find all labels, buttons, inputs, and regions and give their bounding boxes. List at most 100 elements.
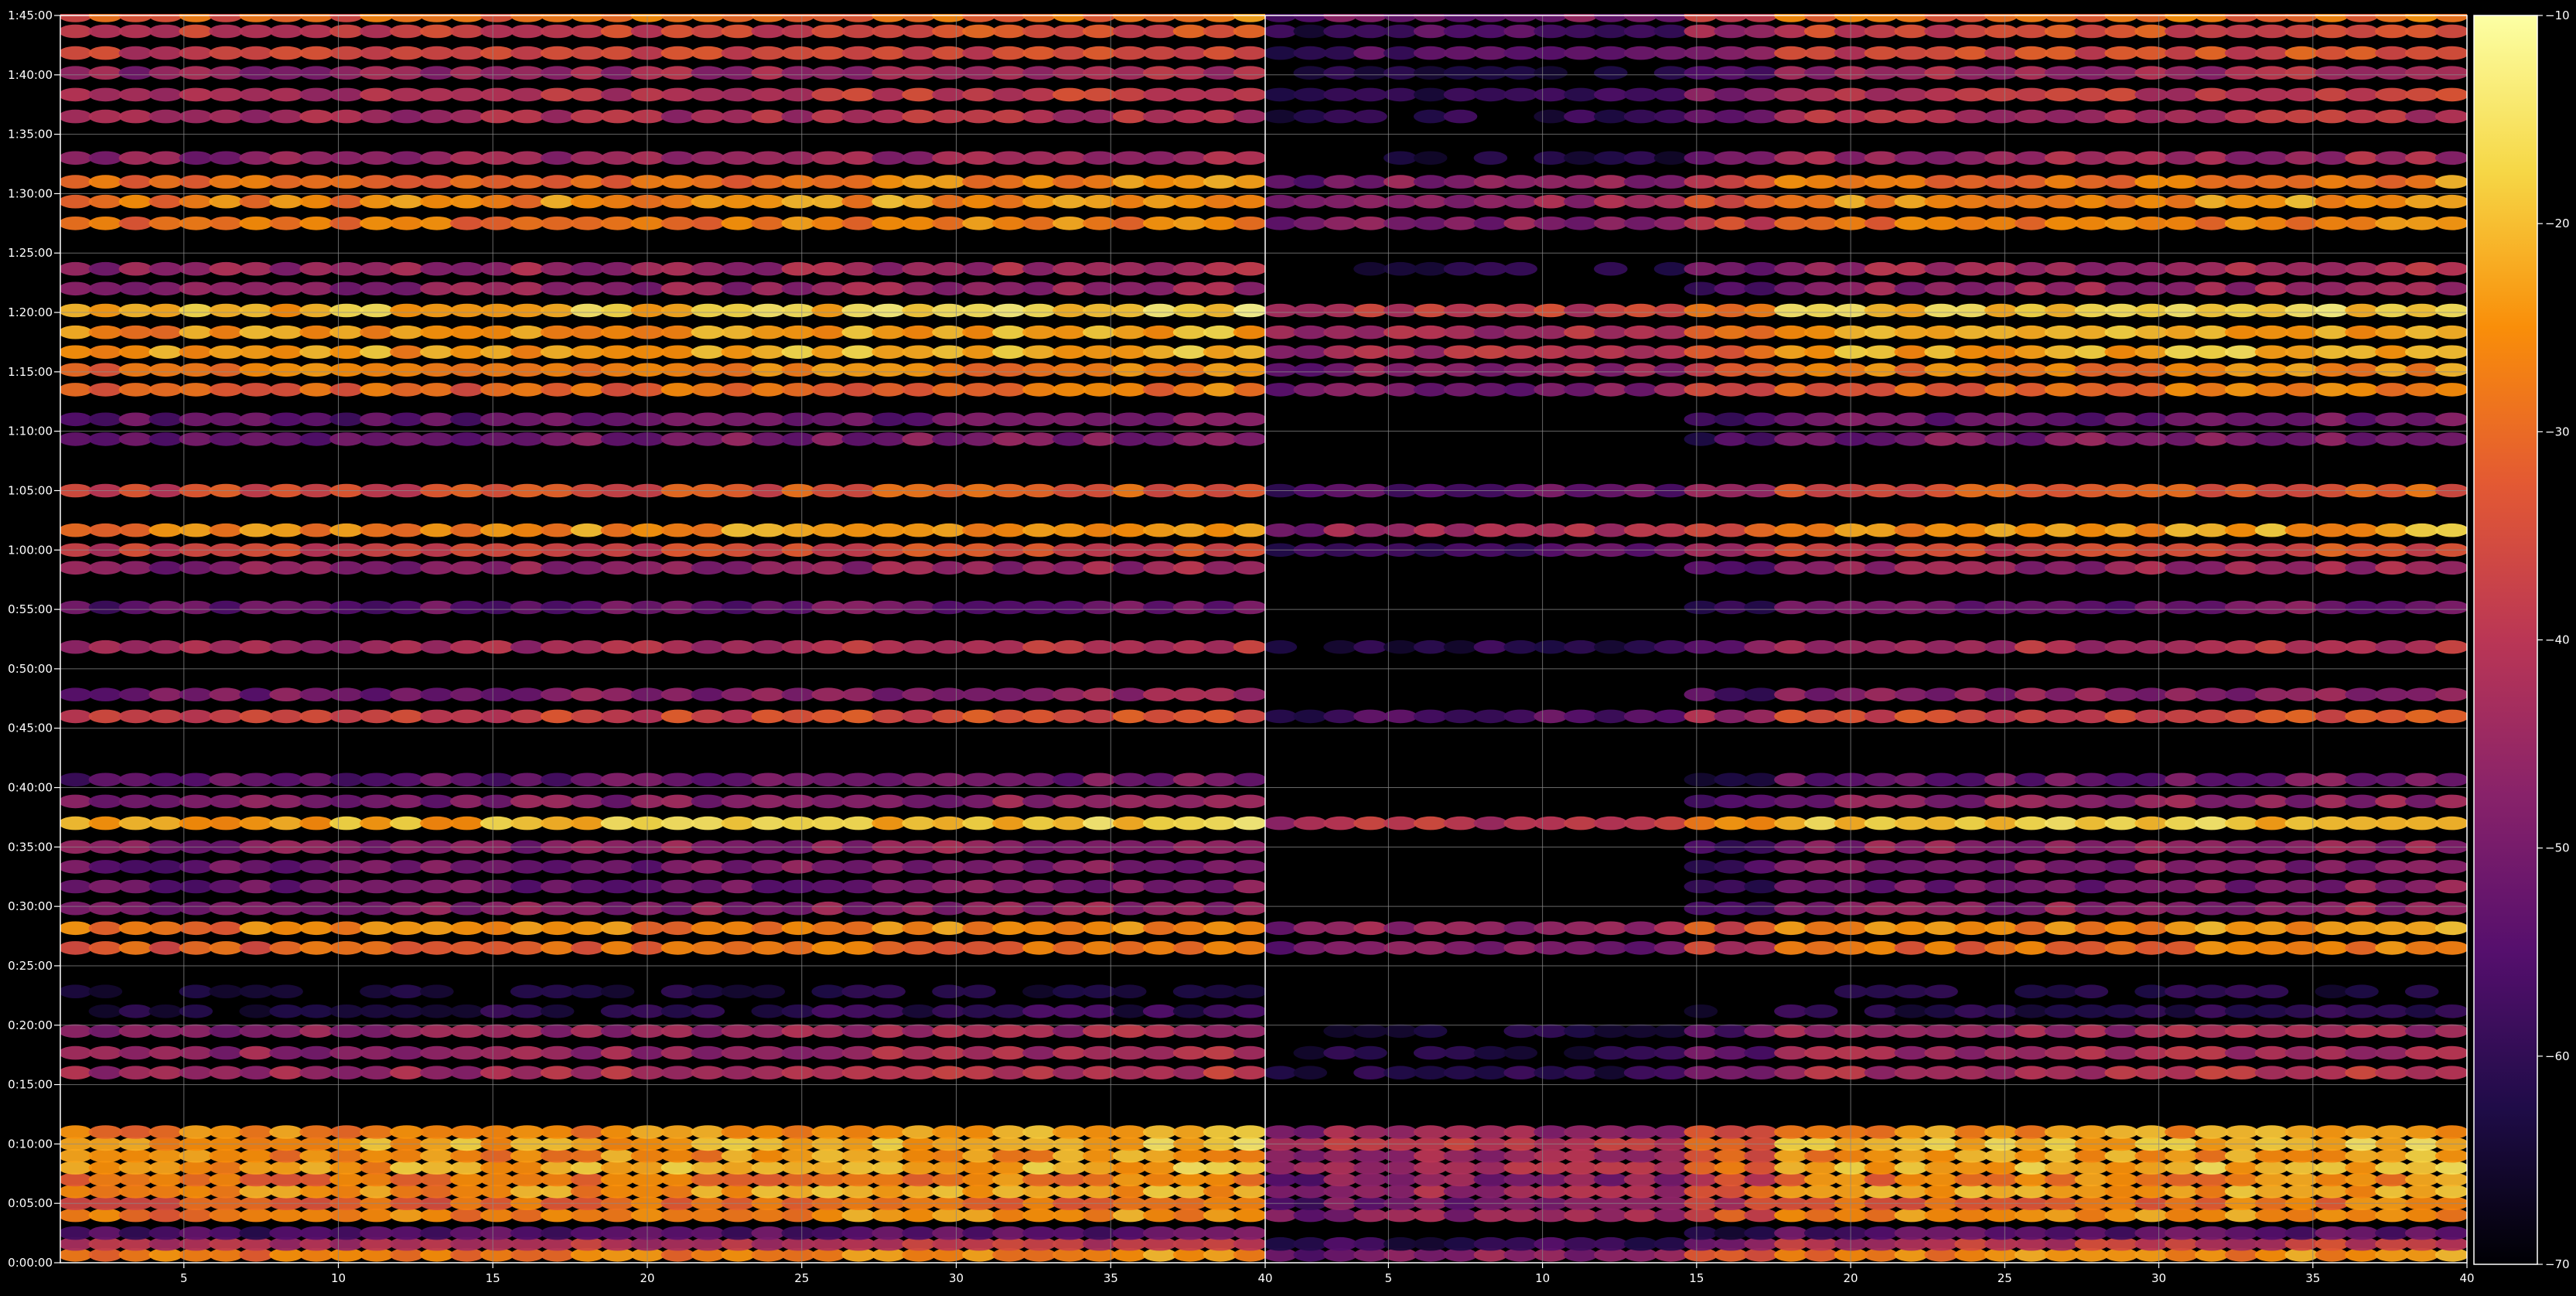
heatmap-cell xyxy=(1744,1066,1778,1079)
heatmap-cell xyxy=(902,363,936,377)
heatmap-cell xyxy=(2134,24,2168,39)
heatmap-cell xyxy=(2165,1148,2199,1163)
heatmap-cell xyxy=(1203,412,1237,427)
heatmap-cell xyxy=(360,860,394,874)
heatmap-cell xyxy=(1803,217,1838,230)
heatmap-cell xyxy=(1864,816,1899,830)
heatmap-cell xyxy=(1233,860,1265,874)
heatmap-cell xyxy=(872,194,906,209)
heatmap-cell xyxy=(570,600,605,615)
heatmap-cell xyxy=(1353,1024,1387,1039)
heatmap-cell xyxy=(1774,1045,1808,1060)
heatmap-cell xyxy=(510,879,544,894)
heatmap-cell xyxy=(329,1024,363,1039)
heatmap-cell xyxy=(209,1208,244,1223)
heatmap-cell xyxy=(2434,1024,2467,1039)
heatmap-cell xyxy=(510,383,544,397)
heatmap-cell xyxy=(1594,261,1628,276)
y-tick-label: 0:00:00 xyxy=(8,1256,53,1270)
heatmap-cell xyxy=(1714,46,1748,60)
heatmap-cell xyxy=(118,432,153,446)
heatmap-cell xyxy=(1803,921,1838,936)
heatmap-cell xyxy=(872,175,906,189)
heatmap-cell xyxy=(1714,600,1748,615)
heatmap-cell xyxy=(2404,1066,2439,1079)
heatmap-cell xyxy=(1112,523,1147,537)
heatmap-cell xyxy=(148,1125,183,1139)
heatmap-cell xyxy=(1684,901,1718,916)
heatmap-cell xyxy=(1172,325,1207,339)
heatmap-cell xyxy=(1022,816,1056,830)
heatmap-cell xyxy=(1924,879,1958,894)
heatmap-cell xyxy=(420,794,454,809)
heatmap-cell xyxy=(1265,325,1298,339)
heatmap-cell xyxy=(1534,816,1568,830)
heatmap-cell xyxy=(2014,561,2049,575)
heatmap-cell xyxy=(1714,794,1748,809)
heatmap-cell xyxy=(841,879,875,894)
heatmap-cell xyxy=(811,1172,845,1187)
y-tick-label: 0:30:00 xyxy=(8,899,53,913)
heatmap-cell xyxy=(2315,561,2349,575)
heatmap-cell xyxy=(1714,709,1748,724)
heatmap-cell xyxy=(962,600,996,615)
heatmap-cell xyxy=(1534,66,1568,80)
heatmap-cell xyxy=(510,432,544,446)
heatmap-cell xyxy=(299,303,333,318)
heatmap-cell xyxy=(721,303,756,318)
heatmap-cell xyxy=(781,1161,816,1175)
heatmap-cell xyxy=(691,1208,725,1223)
heatmap-cell xyxy=(1714,772,1748,787)
heatmap-cell xyxy=(1203,87,1237,102)
heatmap-cell xyxy=(480,639,514,654)
heatmap-cell xyxy=(420,412,454,427)
heatmap-cell xyxy=(691,523,725,537)
heatmap-cell xyxy=(2315,600,2349,615)
heatmap-cell xyxy=(450,261,484,276)
heatmap-cell xyxy=(902,325,936,339)
heatmap-cell xyxy=(691,639,725,654)
heatmap-cell xyxy=(841,901,875,916)
heatmap-cell xyxy=(299,639,333,654)
heatmap-cell xyxy=(1112,941,1147,955)
heatmap-cell xyxy=(962,772,996,787)
heatmap-cell xyxy=(1834,639,1868,654)
heatmap-cell xyxy=(360,879,394,894)
heatmap-cell xyxy=(902,24,936,39)
heatmap-cell xyxy=(1503,1185,1537,1199)
heatmap-cell xyxy=(329,561,363,575)
heatmap-cell xyxy=(2284,816,2319,830)
heatmap-cell xyxy=(1834,1125,1868,1139)
heatmap-cell xyxy=(360,151,394,165)
heatmap-cell xyxy=(811,879,845,894)
heatmap-cell xyxy=(1473,217,1508,230)
heatmap-cell xyxy=(872,523,906,537)
heatmap-cell xyxy=(2014,194,2049,209)
heatmap-cell xyxy=(2074,772,2109,787)
heatmap-cell xyxy=(600,1024,635,1039)
heatmap-cell xyxy=(540,794,575,809)
heatmap-cell xyxy=(480,941,514,955)
heatmap-cell xyxy=(2044,561,2079,575)
heatmap-cell xyxy=(902,1045,936,1060)
heatmap-cell xyxy=(480,261,514,276)
heatmap-cell xyxy=(2434,879,2467,894)
heatmap-cell xyxy=(2224,1024,2259,1039)
heatmap-cell xyxy=(1233,1208,1265,1223)
heatmap-cell xyxy=(1323,1185,1357,1199)
heatmap-cell xyxy=(2165,772,2199,787)
heatmap-cell xyxy=(420,175,454,189)
heatmap-cell xyxy=(2104,194,2138,209)
heatmap-cell xyxy=(510,66,544,80)
heatmap-cell xyxy=(1142,1004,1177,1018)
heatmap-cell xyxy=(751,261,786,276)
heatmap-cell xyxy=(962,412,996,427)
heatmap-cell xyxy=(1684,561,1718,575)
heatmap-cell xyxy=(1503,921,1537,936)
heatmap-cell xyxy=(1594,1208,1628,1223)
heatmap-cell xyxy=(540,66,575,80)
heatmap-cell xyxy=(2014,325,2049,339)
heatmap-cell xyxy=(1443,109,1478,124)
heatmap-cell xyxy=(1684,1066,1718,1079)
heatmap-cell xyxy=(390,561,424,575)
